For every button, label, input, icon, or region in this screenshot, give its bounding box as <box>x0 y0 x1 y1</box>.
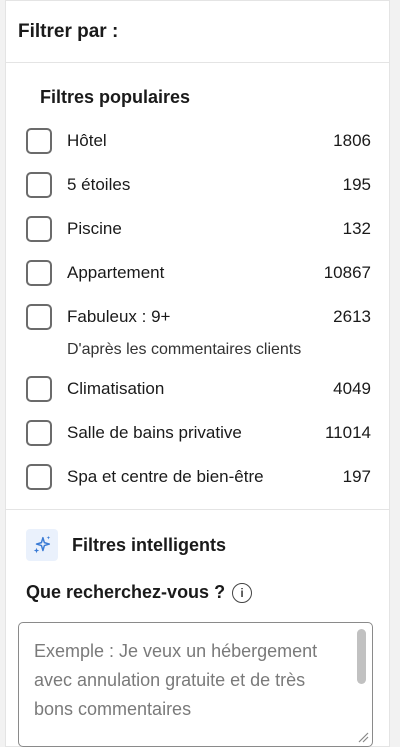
checkbox[interactable] <box>26 172 52 198</box>
checkbox[interactable] <box>26 216 52 242</box>
filter-header: Filtrer par : <box>6 1 389 63</box>
filter-count: 195 <box>342 175 371 194</box>
filter-count: 11014 <box>324 423 371 442</box>
filter-label: Salle de bains privative <box>67 423 242 442</box>
checkbox[interactable] <box>26 420 52 446</box>
info-icon[interactable]: i <box>232 582 253 603</box>
filter-item-private-bathroom[interactable]: Salle de bains privative 11014 <box>6 413 389 457</box>
filter-item-fabulous[interactable]: Fabuleux : 9+ D'après les commentaires c… <box>6 297 389 369</box>
sparkle-icon <box>26 529 58 561</box>
filter-item-5-stars[interactable]: 5 étoiles 195 <box>6 165 389 209</box>
checkbox[interactable] <box>26 304 52 330</box>
checkbox[interactable] <box>26 260 52 286</box>
scrollbar-thumb[interactable] <box>357 629 366 684</box>
smart-search-field[interactable] <box>18 622 373 747</box>
checkbox[interactable] <box>26 376 52 402</box>
filter-count: 1806 <box>333 131 371 150</box>
filter-item-apartment[interactable]: Appartement 10867 <box>6 253 389 297</box>
filter-count: 4049 <box>333 379 371 398</box>
filter-label: Hôtel <box>67 131 107 150</box>
resize-handle-icon[interactable] <box>357 731 369 743</box>
filter-item-pool[interactable]: Piscine 132 <box>6 209 389 253</box>
filter-label: Spa et centre de bien-être <box>67 467 264 486</box>
question-label: Que recherchez-vous ? i <box>6 560 389 603</box>
checkbox[interactable] <box>26 464 52 490</box>
popular-filters-title: Filtres populaires <box>40 87 191 107</box>
filter-label: Climatisation <box>67 379 165 398</box>
smart-filters-header: Filtres intelligents <box>6 510 389 561</box>
smart-filters-title: Filtres intelligents <box>72 534 227 555</box>
filter-item-air-conditioning[interactable]: Climatisation 4049 <box>6 369 389 413</box>
filter-label: 5 étoiles <box>67 175 131 194</box>
filter-item-hotel[interactable]: Hôtel 1806 <box>6 121 389 165</box>
filter-count: 10867 <box>323 263 371 282</box>
filter-count: 2613 <box>333 307 371 326</box>
filter-count: 197 <box>342 467 371 486</box>
checkbox[interactable] <box>26 128 52 154</box>
smart-search-textarea[interactable] <box>19 623 339 743</box>
filter-count: 132 <box>342 219 371 238</box>
question-text: Que recherchez-vous ? <box>26 582 226 602</box>
filter-item-spa[interactable]: Spa et centre de bien-être 197 <box>6 457 389 501</box>
filter-label: Appartement <box>67 263 165 282</box>
popular-filters-list: Hôtel 1806 5 étoiles 195 Piscine 132 App… <box>6 121 389 501</box>
filter-label: Piscine <box>67 219 122 238</box>
filter-sublabel: D'après les commentaires clients <box>67 341 302 358</box>
filter-label: Fabuleux : 9+ <box>67 307 171 326</box>
